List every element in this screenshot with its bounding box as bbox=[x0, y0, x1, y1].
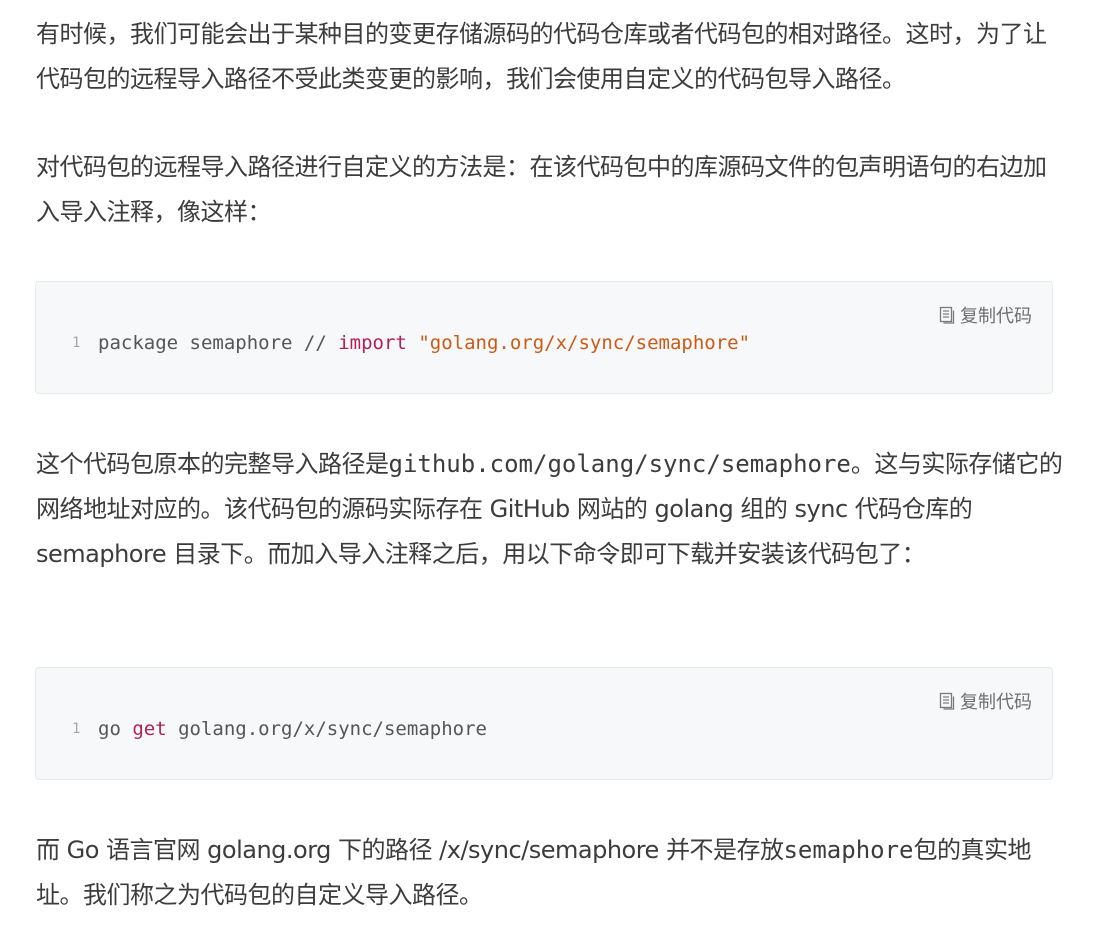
copy-code-label: 复制代码 bbox=[960, 692, 1032, 713]
code-token-string: "golang.org/x/sync/semaphore" bbox=[418, 332, 751, 354]
paragraph-custom-path-explanation: 而 Go 语言官网 golang.org 下的路径 /x/sync/semaph… bbox=[36, 828, 1066, 918]
code-line: 1 package semaphore // import "golang.org… bbox=[72, 332, 750, 354]
code-token-plain: go bbox=[98, 718, 133, 740]
inline-code-original-path: github.com/golang/sync/semaphore bbox=[388, 450, 851, 478]
article-body: 有时候，我们可能会出于某种目的变更存储源码的代码仓库或者代码包的相对路径。这时，… bbox=[0, 0, 1114, 928]
copy-code-button[interactable]: 复制代码 bbox=[939, 688, 1032, 714]
copy-document-icon bbox=[939, 306, 956, 324]
copy-document-icon bbox=[939, 692, 956, 710]
line-number: 1 bbox=[72, 335, 81, 351]
code-token-keyword: import bbox=[338, 332, 407, 354]
code-token-plain: package semaphore // bbox=[98, 332, 339, 354]
line-number: 1 bbox=[72, 721, 81, 737]
paragraph-text: 而 Go 语言官网 golang.org 下的路径 /x/sync/semaph… bbox=[36, 836, 784, 864]
code-block-go-get-command: 复制代码 1 go get golang.org/x/sync/semaphore bbox=[35, 667, 1053, 780]
code-token-plain: golang.org/x/sync/semaphore bbox=[166, 718, 487, 740]
copy-code-button[interactable]: 复制代码 bbox=[939, 302, 1032, 328]
paragraph-text: 这个代码包原本的完整导入路径是 bbox=[36, 450, 389, 478]
inline-code-semaphore: semaphore bbox=[783, 836, 914, 864]
code-line: 1 go get golang.org/x/sync/semaphore bbox=[72, 718, 487, 740]
paragraph-import-path-change: 有时候，我们可能会出于某种目的变更存储源码的代码仓库或者代码包的相对路径。这时，… bbox=[36, 20, 1047, 93]
code-block-package-comment: 复制代码 1 package semaphore // import "golan… bbox=[35, 281, 1053, 394]
copy-code-label: 复制代码 bbox=[960, 306, 1032, 327]
paragraph-original-import-path: 这个代码包原本的完整导入路径是github.com/golang/sync/se… bbox=[36, 442, 1066, 577]
paragraph-custom-import-method: 对代码包的远程导入路径进行自定义的方法是：在该代码包中的库源码文件的包声明语句的… bbox=[36, 153, 1047, 226]
code-token-keyword: get bbox=[132, 718, 167, 740]
